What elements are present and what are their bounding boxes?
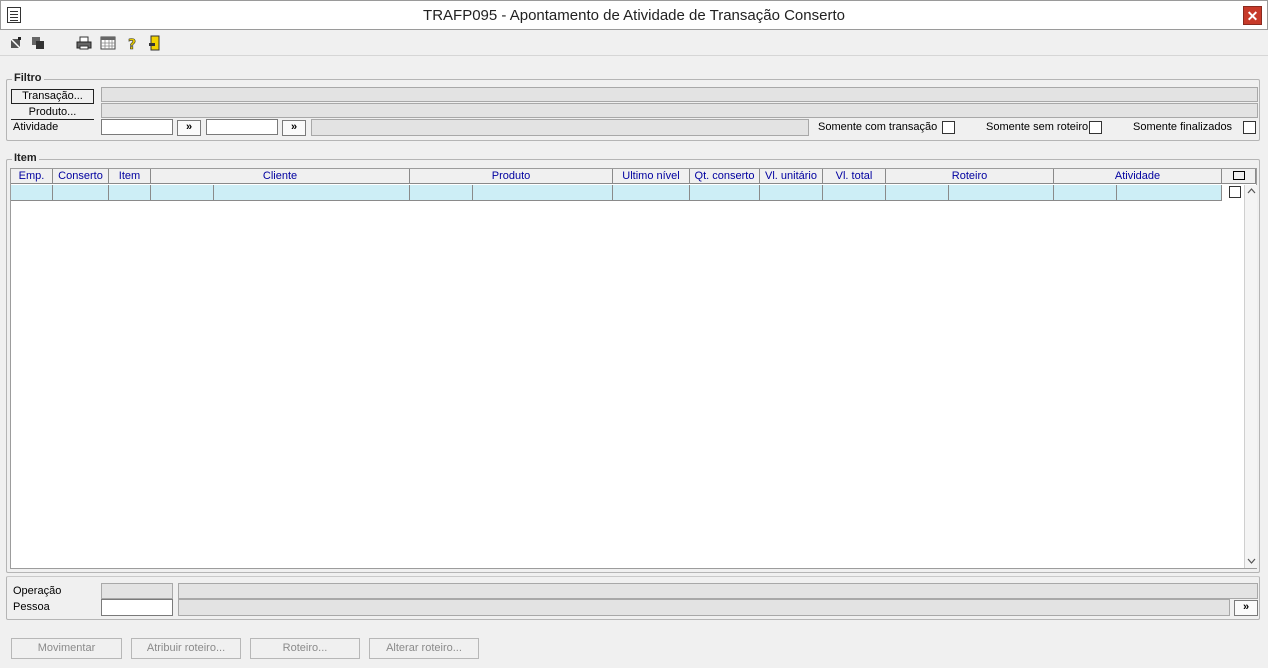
somente-sem-roteiro-checkbox[interactable]: [1089, 121, 1102, 134]
atividade-description: [311, 119, 809, 136]
alterar-roteiro-button[interactable]: Alterar roteiro...: [369, 638, 479, 659]
pessoa-description: [178, 599, 1230, 616]
row-cell[interactable]: [1117, 185, 1222, 201]
atividade-start-lookup-button[interactable]: »: [177, 120, 201, 136]
produto-button[interactable]: Produto...: [11, 105, 94, 120]
atividade-label: Atividade: [13, 121, 59, 133]
column-header-vl-total[interactable]: Vl. total: [823, 169, 886, 184]
exit-door-icon[interactable]: [147, 35, 163, 51]
row-cell[interactable]: [949, 185, 1054, 201]
column-header-cliente[interactable]: Cliente: [151, 169, 410, 184]
row-cell[interactable]: [53, 185, 109, 201]
row-cell[interactable]: [760, 185, 823, 201]
column-chooser-button[interactable]: [1222, 169, 1256, 184]
operacao-label: Operação: [13, 585, 62, 597]
atribuir-roteiro-button[interactable]: Atribuir roteiro...: [131, 638, 241, 659]
row-cell[interactable]: [1054, 185, 1117, 201]
column-header-roteiro[interactable]: Roteiro: [886, 169, 1054, 184]
column-header-produto[interactable]: Produto: [410, 169, 613, 184]
column-header-emp[interactable]: Emp.: [11, 169, 53, 184]
atividade-end-lookup-button[interactable]: »: [282, 120, 306, 136]
row-cell[interactable]: [410, 185, 473, 201]
title-bar: TRAFP095 - Apontamento de Atividade de T…: [0, 0, 1268, 30]
row-cell[interactable]: [214, 185, 410, 201]
items-grid[interactable]: Emp. Conserto Item Cliente Produto Ultim…: [10, 168, 1257, 569]
transacao-display: [101, 87, 1258, 102]
movimentar-button[interactable]: Movimentar: [11, 638, 122, 659]
row-cell[interactable]: [151, 185, 214, 201]
atividade-start-input[interactable]: [101, 119, 173, 135]
produto-display: [101, 103, 1258, 118]
pessoa-input[interactable]: [101, 599, 173, 616]
filtro-label: Filtro: [12, 72, 44, 84]
svg-text:?: ?: [128, 37, 136, 51]
roteiro-button[interactable]: Roteiro...: [250, 638, 360, 659]
pessoa-lookup-button[interactable]: »: [1234, 600, 1258, 616]
toolbar: ?: [0, 30, 1268, 56]
pessoa-label: Pessoa: [13, 601, 50, 613]
calendar-grid-icon[interactable]: [100, 35, 116, 51]
row-cell[interactable]: [690, 185, 760, 201]
column-header-vl-unitario[interactable]: Vl. unitário: [760, 169, 823, 184]
row-select-checkbox[interactable]: [1229, 186, 1241, 198]
transacao-button[interactable]: Transação...: [11, 89, 94, 104]
operacao-code: [101, 583, 173, 599]
operacao-description: [178, 583, 1258, 599]
print-icon[interactable]: [76, 35, 92, 51]
somente-sem-roteiro-label: Somente sem roteiro: [986, 121, 1089, 133]
atividade-end-input[interactable]: [206, 119, 278, 135]
window-title: TRAFP095 - Apontamento de Atividade de T…: [423, 7, 845, 24]
row-cell[interactable]: [473, 185, 613, 201]
column-header-atividade[interactable]: Atividade: [1054, 169, 1222, 184]
first-record-icon[interactable]: [8, 35, 24, 51]
row-cell[interactable]: [613, 185, 690, 201]
column-header-item[interactable]: Item: [109, 169, 151, 184]
somente-com-transacao-checkbox[interactable]: [942, 121, 955, 134]
copy-icon[interactable]: [30, 35, 46, 51]
row-cell[interactable]: [11, 185, 53, 201]
vertical-scrollbar[interactable]: [1244, 185, 1257, 568]
item-label: Item: [12, 152, 39, 164]
help-icon[interactable]: ?: [124, 35, 140, 51]
scroll-up-icon[interactable]: [1247, 188, 1256, 194]
close-button[interactable]: ✕: [1243, 6, 1262, 25]
somente-com-transacao-label: Somente com transação: [818, 121, 938, 133]
row-cell[interactable]: [823, 185, 886, 201]
column-chooser-icon: [1232, 171, 1245, 180]
column-header-conserto[interactable]: Conserto: [53, 169, 109, 184]
row-cell[interactable]: [886, 185, 949, 201]
row-cell[interactable]: [109, 185, 151, 201]
column-header-ultimo-nivel[interactable]: Ultimo nível: [613, 169, 690, 184]
somente-finalizados-checkbox[interactable]: [1243, 121, 1256, 134]
scroll-down-icon[interactable]: [1247, 558, 1256, 564]
column-header-qt-conserto[interactable]: Qt. conserto: [690, 169, 760, 184]
somente-finalizados-label: Somente finalizados: [1133, 121, 1233, 133]
